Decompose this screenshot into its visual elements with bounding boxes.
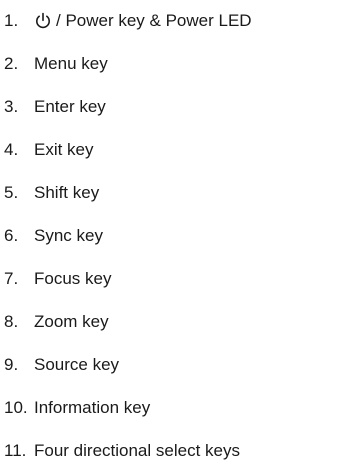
item-number: 10. bbox=[4, 398, 28, 417]
list-item-directional-keys: 11. Four directional select keys bbox=[4, 438, 240, 464]
item-label: Source key bbox=[34, 355, 120, 374]
list-item-exit-key: 4. Exit key bbox=[4, 137, 94, 163]
key-list: 1. / Power key & Power LED 2. Menu key 3… bbox=[0, 0, 350, 474]
list-item-information-key: 10. Information key bbox=[4, 395, 150, 421]
list-item-source-key: 9. Source key bbox=[4, 352, 119, 378]
power-icon bbox=[34, 12, 52, 30]
item-number: 9. bbox=[4, 355, 19, 374]
item-number: 4. bbox=[4, 140, 19, 159]
item-number: 7. bbox=[4, 269, 19, 288]
item-label: Focus key bbox=[34, 269, 112, 288]
list-item-zoom-key: 8. Zoom key bbox=[4, 309, 109, 335]
item-label: / Power key & Power LED bbox=[56, 11, 252, 30]
item-label: Enter key bbox=[34, 97, 106, 116]
item-number: 8. bbox=[4, 312, 19, 331]
list-item-power-key: 1. / Power key & Power LED bbox=[4, 8, 252, 34]
item-label: Sync key bbox=[34, 226, 103, 245]
item-label: Shift key bbox=[34, 183, 100, 202]
item-number: 2. bbox=[4, 54, 19, 73]
item-number: 1. bbox=[4, 11, 19, 30]
item-number: 11. bbox=[4, 441, 27, 460]
item-label: Four directional select keys bbox=[34, 441, 240, 460]
list-item-shift-key: 5. Shift key bbox=[4, 180, 99, 206]
item-label: Exit key bbox=[34, 140, 94, 159]
list-item-sync-key: 6. Sync key bbox=[4, 223, 103, 249]
item-label: Zoom key bbox=[34, 312, 109, 331]
item-number: 5. bbox=[4, 183, 19, 202]
item-number: 6. bbox=[4, 226, 19, 245]
list-item-menu-key: 2. Menu key bbox=[4, 51, 108, 77]
item-label: Information key bbox=[34, 398, 151, 417]
list-item-focus-key: 7. Focus key bbox=[4, 266, 111, 292]
list-item-enter-key: 3. Enter key bbox=[4, 94, 106, 120]
item-label: Menu key bbox=[34, 54, 108, 73]
item-number: 3. bbox=[4, 97, 19, 116]
